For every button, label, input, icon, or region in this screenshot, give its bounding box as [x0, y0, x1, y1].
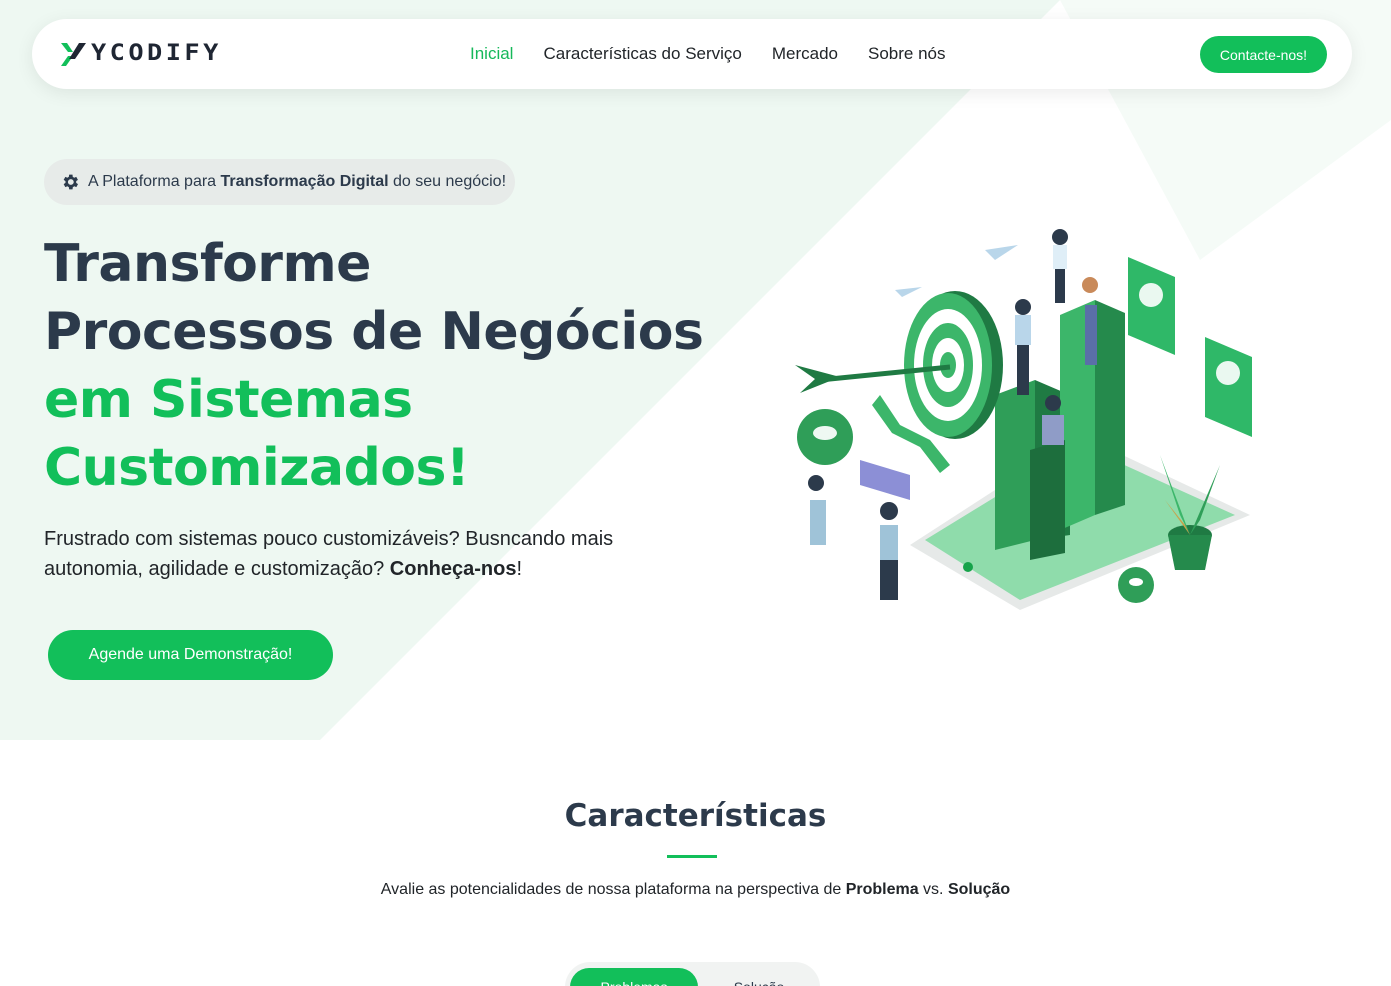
hero-headline: Transforme Processos de Negócios em Sist…: [44, 230, 704, 502]
gear-icon: [63, 174, 78, 190]
nav-item-caracteristicas[interactable]: Características do Serviço: [543, 43, 741, 65]
subtext-end: !: [516, 558, 523, 580]
headline-line-2: Processos de Negócios: [44, 302, 704, 362]
features-subtitle-problem: Problema: [845, 881, 919, 898]
tab-problemas[interactable]: Problemas: [570, 968, 698, 986]
contact-button[interactable]: Contacte-nos!: [1200, 36, 1327, 73]
hero-subtext: Frustrado com sistemas pouco customizáve…: [44, 524, 644, 584]
features-title: Características: [564, 798, 827, 834]
badge-text-post: do seu negócio!: [393, 173, 507, 190]
nav-links: Inicial Características do Serviço Merca…: [470, 43, 946, 65]
hero-illustration: [780, 215, 1260, 625]
headline-line-4: Customizados!: [44, 438, 470, 498]
navbar: YCODIFY Inicial Características do Servi…: [32, 19, 1352, 89]
badge-text-bold: Transformação Digital: [220, 173, 389, 190]
brand-logo[interactable]: YCODIFY: [61, 41, 231, 67]
features-subtitle-solution: Solução: [947, 881, 1011, 898]
title-underline: [667, 855, 717, 858]
nav-item-sobre-nos[interactable]: Sobre nós: [868, 43, 946, 65]
brand-name: YCODIFY: [91, 41, 222, 66]
features-subtitle-mid: vs.: [918, 881, 948, 898]
headline-line-3: em Sistemas: [44, 370, 413, 430]
subtext-bold: Conheça-nos: [389, 558, 517, 580]
headline-line-1: Transforme: [44, 234, 371, 294]
badge-text-pre: A Plataforma para: [88, 173, 217, 190]
nav-item-mercado[interactable]: Mercado: [772, 43, 838, 65]
logo-mark-icon: [61, 43, 86, 66]
subtext-main: Frustrado com sistemas pouco customizáve…: [44, 528, 614, 580]
features-subtitle-pre: Avalie as potencialidades de nossa plata…: [380, 881, 846, 898]
nav-item-inicial[interactable]: Inicial: [470, 43, 513, 65]
tab-solucao[interactable]: Solução: [695, 968, 823, 986]
hero-badge: A Plataforma para Transformação Digital …: [44, 159, 515, 205]
problem-solution-toggle: Problemas Solução: [565, 962, 820, 986]
features-subtitle: Avalie as potencialidades de nossa plata…: [0, 881, 1391, 899]
schedule-demo-button[interactable]: Agende uma Demonstração!: [48, 630, 333, 680]
